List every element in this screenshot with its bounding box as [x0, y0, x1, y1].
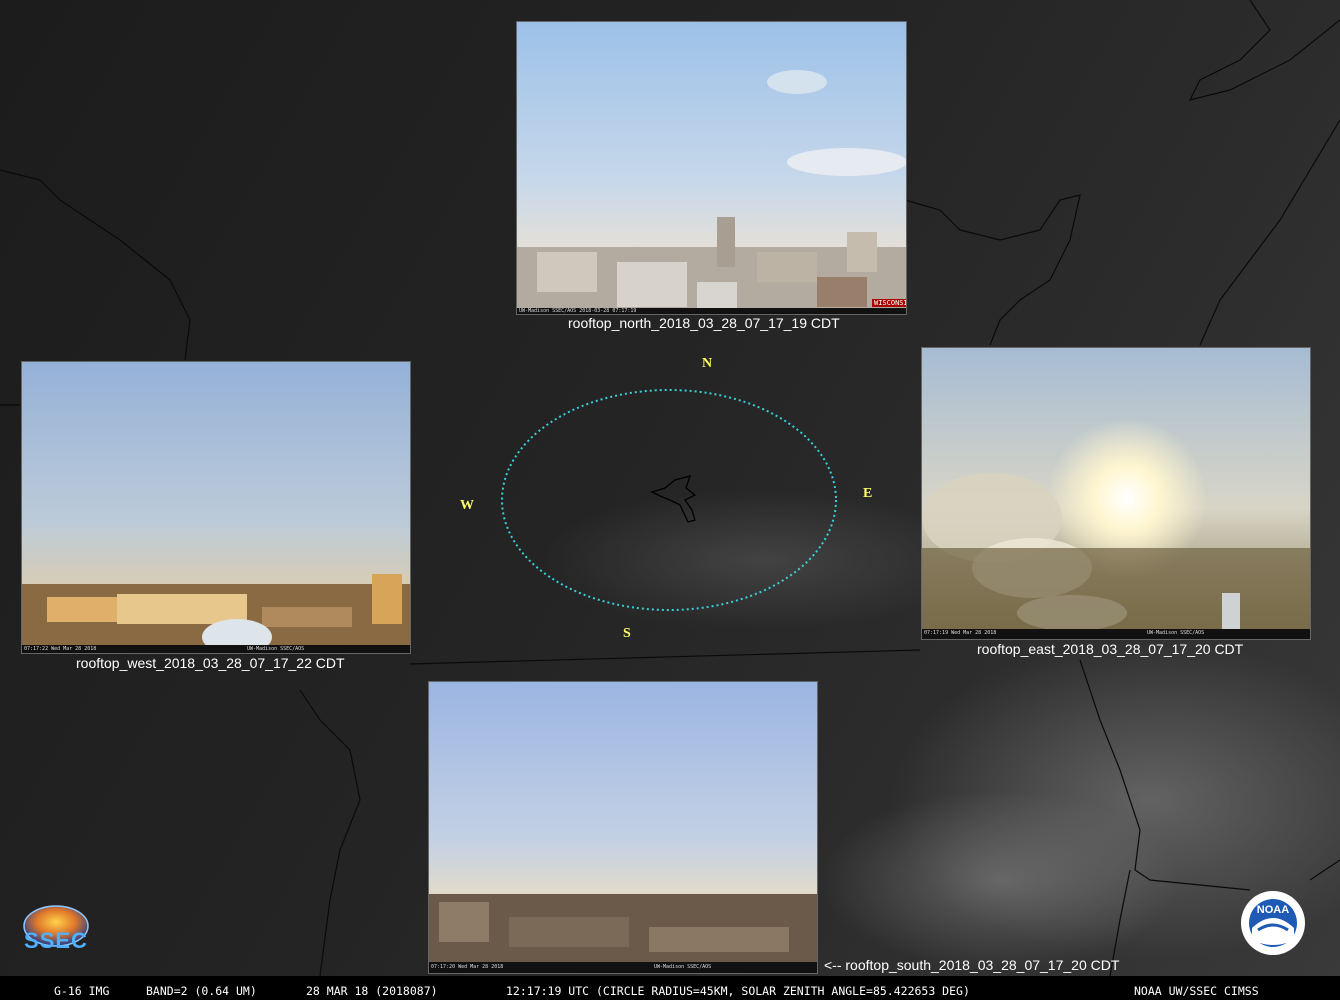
status-bar: G-16 IMG BAND=2 (0.64 UM) 28 MAR 18 (201… [0, 976, 1340, 1000]
south-overlay-text: UW-Madison SSEC/AOS [654, 964, 712, 970]
north-overlay-text: UW-Madison SSEC/AOS 2018-03-28 07:17:19 [519, 308, 637, 314]
west-overlay-text: UW-Madison SSEC/AOS [247, 646, 305, 652]
east-overlay-text: UW-Madison SSEC/AOS [1147, 630, 1205, 636]
ssec-logo-text: SSEC [24, 928, 88, 953]
east-timestamp: 07:17:19 Wed Mar 28 2018 [924, 630, 997, 636]
camera-west-image: 07:17:22 Wed Mar 28 2018 UW-Madison SSEC… [21, 361, 411, 654]
compass-south-label: S [623, 626, 631, 641]
camera-east-image: 07:17:19 Wed Mar 28 2018 UW-Madison SSEC… [921, 347, 1311, 640]
noaa-logo-text: NOAA [1256, 904, 1290, 916]
status-time: 12:17:19 UTC (CIRCLE RADIUS=45KM, SOLAR … [506, 984, 970, 998]
camera-south-caption: <-- rooftop_south_2018_03_28_07_17_20 CD… [824, 957, 1120, 973]
camera-west-caption: rooftop_west_2018_03_28_07_17_22 CDT [76, 655, 345, 671]
camera-north-image: UW-Madison SSEC/AOS 2018-03-28 07:17:19 … [516, 21, 907, 315]
ssec-logo: SSEC [18, 902, 94, 956]
status-credit: NOAA UW/SSEC CIMSS [1134, 984, 1259, 998]
west-timestamp: 07:17:22 Wed Mar 28 2018 [24, 646, 97, 652]
noaa-logo: NOAA [1240, 890, 1306, 956]
compass-west-label: W [460, 498, 474, 513]
camera-north-caption: rooftop_north_2018_03_28_07_17_19 CDT [568, 315, 840, 331]
camera-south-image: 07:17:20 Wed Mar 28 2018 UW-Madison SSEC… [428, 681, 818, 974]
status-band: BAND=2 (0.64 UM) [146, 984, 257, 998]
status-satellite: G-16 IMG [54, 984, 110, 998]
compass-north-label: N [702, 356, 713, 371]
status-date: 28 MAR 18 (2018087) [306, 984, 438, 998]
camera-east-caption: rooftop_east_2018_03_28_07_17_20 CDT [977, 641, 1244, 657]
wisconsin-brand: WISCONSIN [872, 299, 906, 307]
south-timestamp: 07:17:20 Wed Mar 28 2018 [431, 964, 504, 970]
compass-east-label: E [863, 486, 873, 501]
